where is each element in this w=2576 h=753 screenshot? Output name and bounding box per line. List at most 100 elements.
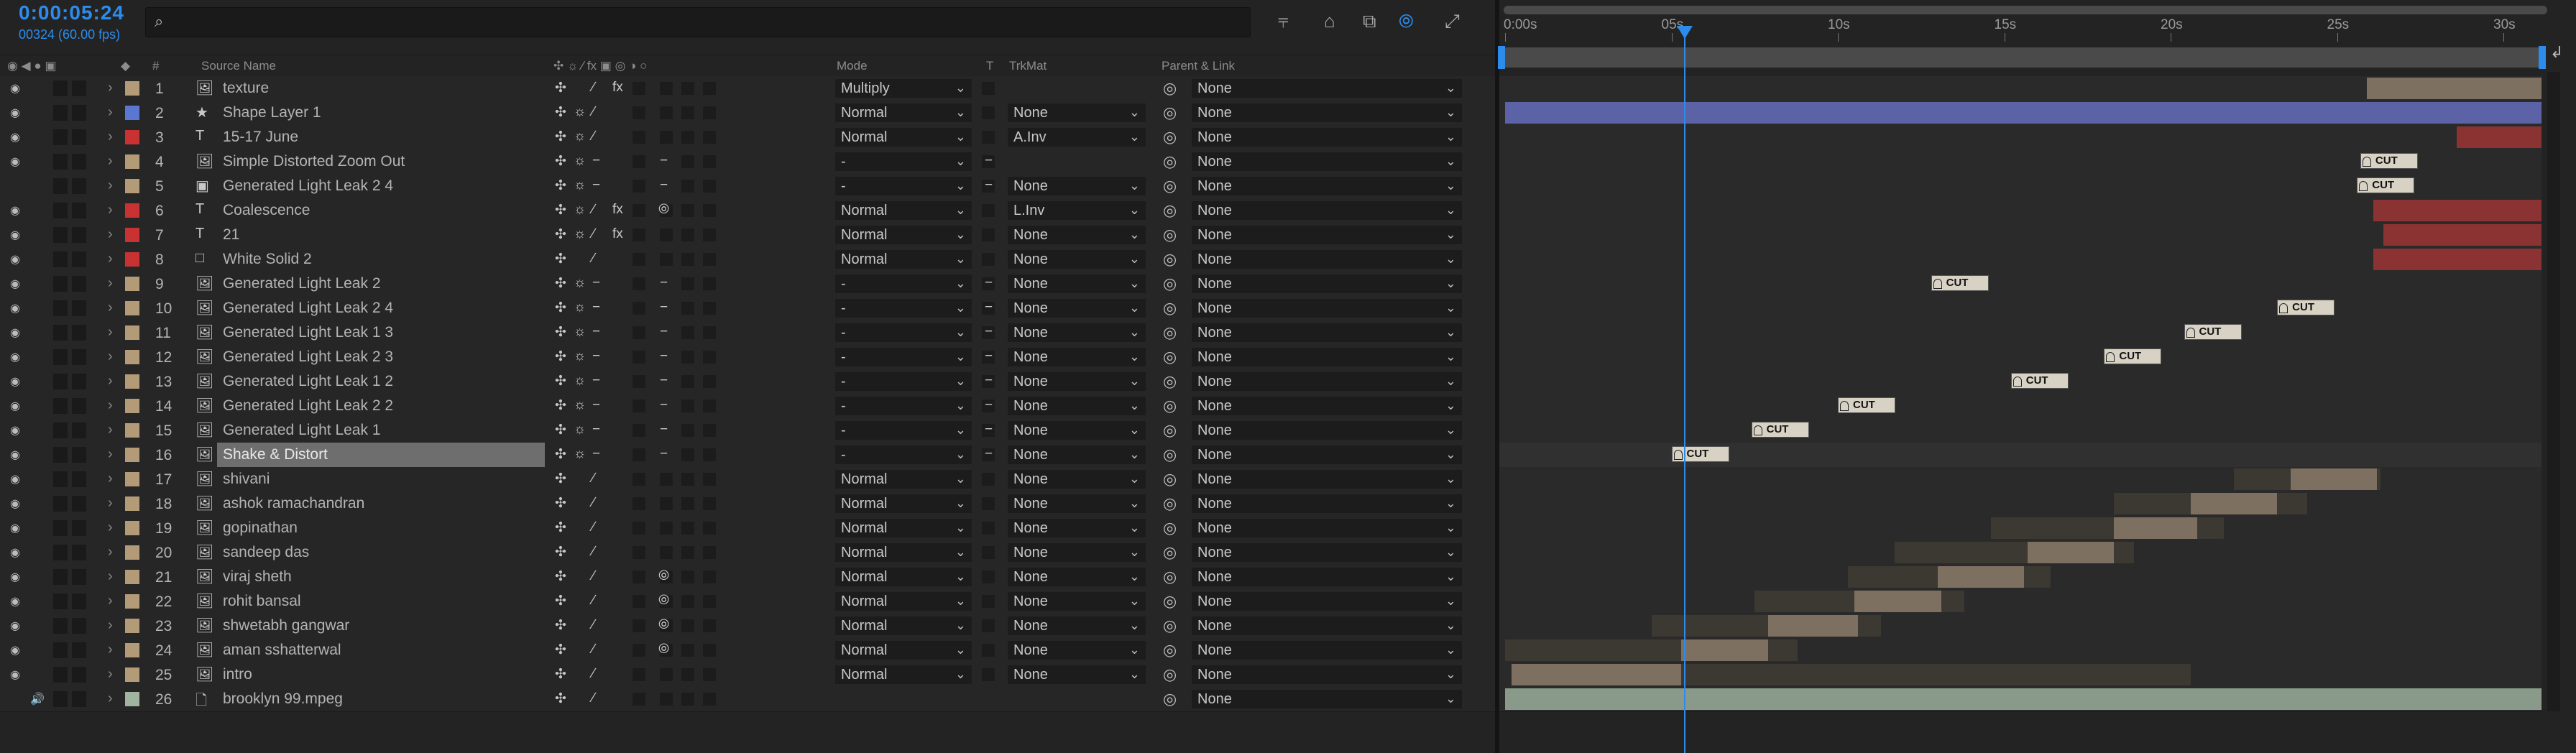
blend-mode-select[interactable]: Normal ⌄ xyxy=(835,592,972,611)
shy-switch-icon[interactable]: ✣ xyxy=(555,690,566,707)
track-matte-select[interactable]: None ⌄ xyxy=(1008,299,1146,318)
lock-switch[interactable] xyxy=(72,398,86,414)
parent-link-select[interactable]: None ⌄ xyxy=(1192,348,1462,366)
motion-blur-on-icon[interactable]: ⦾ xyxy=(658,568,669,584)
video-visibility-icon[interactable]: ◉ xyxy=(10,643,20,657)
shy-switch-icon[interactable]: ✣ xyxy=(555,300,566,316)
label-color-swatch[interactable] xyxy=(125,154,139,169)
preserve-transparency-switch[interactable] xyxy=(982,546,995,559)
lock-switch[interactable] xyxy=(72,178,86,194)
parent-pickwhip-icon[interactable]: ◎ xyxy=(1163,250,1177,269)
adjustment-switch[interactable] xyxy=(681,570,694,583)
3d-layer-switch[interactable] xyxy=(703,595,716,608)
layer-track[interactable] xyxy=(1499,467,2542,492)
3d-layer-switch[interactable] xyxy=(703,326,716,339)
pencil-switch-icon[interactable]: ∕ xyxy=(592,104,594,120)
preserve-transparency-switch[interactable] xyxy=(982,522,995,535)
layer-duration-bar[interactable] xyxy=(2290,468,2378,490)
frame-blend-switch[interactable] xyxy=(632,399,645,412)
frame-blend-switch[interactable] xyxy=(632,180,645,193)
adjustment-layer-switch-icon[interactable]: − xyxy=(660,275,668,291)
video-visibility-icon[interactable]: ◉ xyxy=(10,301,20,315)
track-matte-select[interactable]: None ⌄ xyxy=(1008,616,1146,635)
layer-name[interactable]: Coalescence xyxy=(217,198,545,223)
label-color-swatch[interactable] xyxy=(125,301,139,315)
video-visibility-icon[interactable]: ◉ xyxy=(10,667,20,682)
expand-chevron-icon[interactable]: › xyxy=(108,593,113,609)
adjustment-switch[interactable] xyxy=(681,228,694,241)
adjustment-switch[interactable] xyxy=(681,473,694,486)
layer-row[interactable]: ◉ › 11 🖼 Generated Light Leak 1 3 ✣ ☼ − − - ⌄ − None… xyxy=(0,320,1495,346)
layer-row[interactable]: ◉ › 13 🖼 Generated Light Leak 1 2 ✣ ☼ − − - ⌄ − None… xyxy=(0,369,1495,394)
shy-switch-icon[interactable]: ✣ xyxy=(555,422,566,438)
track-matte-select[interactable]: None ⌄ xyxy=(1008,103,1146,122)
parent-link-select[interactable]: None ⌄ xyxy=(1192,421,1462,440)
sun-switch-icon[interactable]: ☼ xyxy=(574,226,586,242)
lock-switch[interactable] xyxy=(72,227,86,243)
comp-marker-bin-icon[interactable]: ↲ xyxy=(2550,43,2563,62)
layer-track[interactable]: CUT xyxy=(1499,345,2542,370)
layer-track[interactable] xyxy=(1499,125,2542,150)
dash-switch-icon[interactable]: − xyxy=(592,275,600,291)
dash-switch-icon[interactable]: − xyxy=(592,348,600,364)
parent-link-select[interactable]: None ⌄ xyxy=(1192,323,1462,342)
fx-switch-icon[interactable]: fx xyxy=(612,80,623,96)
blend-mode-select[interactable]: Normal ⌄ xyxy=(835,226,972,244)
motion-blur-switch[interactable] xyxy=(660,497,673,510)
cut-adjustment-clip[interactable]: CUT xyxy=(1751,422,1809,438)
adjustment-switch[interactable] xyxy=(681,82,694,95)
track-matte-select[interactable]: None ⌄ xyxy=(1008,494,1146,513)
parent-pickwhip-icon[interactable]: ◎ xyxy=(1163,568,1177,586)
track-matte-select[interactable]: None ⌄ xyxy=(1008,592,1146,611)
label-color-swatch[interactable] xyxy=(125,325,139,340)
frame-blend-switch[interactable] xyxy=(632,546,645,559)
layer-duration-bar[interactable] xyxy=(1854,591,1941,612)
expand-chevron-icon[interactable]: › xyxy=(108,202,113,218)
parent-link-select[interactable]: None ⌄ xyxy=(1192,592,1462,611)
layer-duration-bar[interactable] xyxy=(2373,249,2542,270)
current-time-indicator-head[interactable] xyxy=(1677,26,1693,39)
preserve-transparency-switch[interactable] xyxy=(982,570,995,583)
frame-blend-switch[interactable] xyxy=(632,570,645,583)
preserve-transparency-switch[interactable] xyxy=(982,668,995,681)
time-navigator[interactable] xyxy=(1504,6,2547,14)
layer-duration-bar[interactable] xyxy=(1937,566,2025,588)
layer-name[interactable]: intro xyxy=(217,662,545,687)
shy-switch-icon[interactable]: ✣ xyxy=(555,666,566,683)
motion-blur-icon[interactable]: ⦾ xyxy=(1399,10,1414,33)
sun-switch-icon[interactable]: ☼ xyxy=(574,300,586,315)
frame-blend-switch[interactable] xyxy=(632,82,645,95)
track-matte-select[interactable]: None ⌄ xyxy=(1008,519,1146,537)
expand-chevron-icon[interactable]: › xyxy=(108,666,113,683)
parent-pickwhip-icon[interactable]: ◎ xyxy=(1163,274,1177,293)
parent-pickwhip-icon[interactable]: ◎ xyxy=(1163,470,1177,489)
shy-switch-icon[interactable]: ✣ xyxy=(555,471,566,487)
adjustment-switch[interactable] xyxy=(681,277,694,290)
layer-track[interactable] xyxy=(1499,687,2542,712)
pencil-switch-icon[interactable]: ∕ xyxy=(592,690,594,706)
sun-switch-icon[interactable]: ☼ xyxy=(574,104,586,120)
adjustment-layer-switch-icon[interactable]: − xyxy=(660,177,668,193)
cut-adjustment-clip[interactable]: CUT xyxy=(1671,446,1729,462)
track-matte-select[interactable]: None ⌄ xyxy=(1008,397,1146,415)
lock-switch[interactable] xyxy=(72,154,86,170)
mode-column-header[interactable]: Mode xyxy=(837,59,868,73)
layer-name[interactable]: Shake & Distort xyxy=(217,443,545,467)
parent-pickwhip-icon[interactable]: ◎ xyxy=(1163,128,1177,147)
label-color-swatch[interactable] xyxy=(125,496,139,511)
3d-layer-switch[interactable] xyxy=(703,277,716,290)
frame-blend-switch[interactable] xyxy=(632,448,645,461)
motion-blur-switch[interactable] xyxy=(660,546,673,559)
track-matte-select[interactable]: A.Inv ⌄ xyxy=(1008,128,1146,147)
layer-row[interactable]: ◉ › 9 🖼 Generated Light Leak 2 ✣ ☼ − − - ⌄ − None ⌄ ◎ N… xyxy=(0,272,1495,297)
parent-link-select[interactable]: None ⌄ xyxy=(1192,665,1462,684)
3d-layer-switch[interactable] xyxy=(703,546,716,559)
track-matte-select[interactable]: None ⌄ xyxy=(1008,348,1146,366)
solo-switch[interactable] xyxy=(53,276,68,292)
frame-blend-switch[interactable] xyxy=(632,424,645,437)
expand-chevron-icon[interactable]: › xyxy=(108,422,113,438)
layer-name[interactable]: Generated Light Leak 2 4 xyxy=(217,296,545,320)
track-matte-select[interactable]: None ⌄ xyxy=(1008,226,1146,244)
solo-switch[interactable] xyxy=(53,593,68,609)
shy-switch-icon[interactable]: ✣ xyxy=(555,251,566,267)
